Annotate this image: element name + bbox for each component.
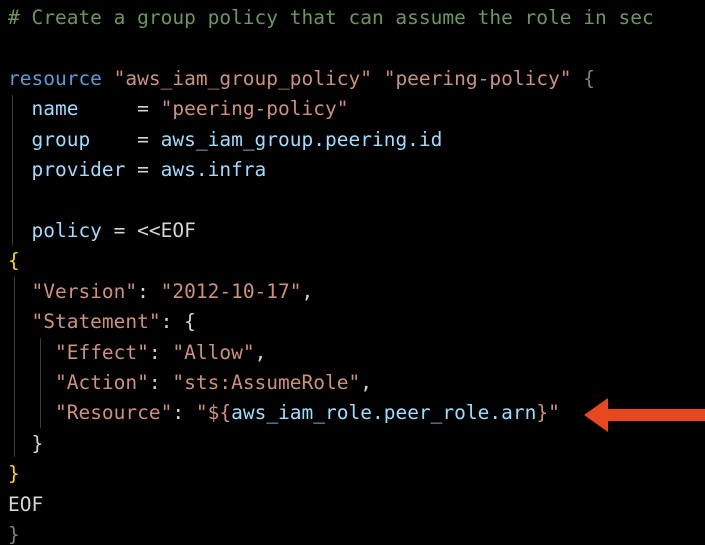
code-line-statement: "Statement": { <box>8 307 196 337</box>
json-key-statement: "Statement" <box>31 310 161 333</box>
json-colon: : <box>137 280 161 303</box>
code-line-resource-arn: "Resource": "${aws_iam_role.peer_role.ar… <box>8 398 560 428</box>
code-line-effect: "Effect": "Allow", <box>8 338 266 368</box>
code-line-group: group = aws_iam_group.peering.id <box>8 125 442 155</box>
code-line-policy: policy = <<EOF <box>8 216 196 246</box>
json-colon: : <box>172 401 196 424</box>
json-key-resource: "Resource" <box>54 401 173 424</box>
resource-name: "peering-policy" <box>383 67 572 90</box>
resource-open-brace: { <box>583 67 596 90</box>
json-open-brace: { <box>8 249 20 272</box>
code-line-provider: provider = aws.infra <box>8 155 266 185</box>
code-line-name: name = "peering-policy" <box>8 94 348 124</box>
json-colon: : <box>160 310 185 333</box>
attr-key-name: name <box>31 97 79 120</box>
attr-eq: = <box>101 219 138 242</box>
code-line-resource-close: } <box>8 520 20 545</box>
json-colon: : <box>148 371 173 394</box>
code-line-action: "Action": "sts:AssumeRole", <box>8 368 372 398</box>
json-val-effect: "Allow" <box>172 341 255 364</box>
attr-eq: = <box>78 97 161 120</box>
attr-key-group: group <box>31 128 91 151</box>
code-line-json-open: { <box>8 246 20 276</box>
code-line-version: "Version": "2012-10-17", <box>8 277 313 307</box>
code-line-eof: EOF <box>8 490 43 520</box>
interp-reference: aws_iam_role.peer_role.arn <box>231 401 537 424</box>
json-colon: : <box>148 341 173 364</box>
attr-val-group: aws_iam_group.peering.id <box>160 128 443 151</box>
interp-prefix: "${ <box>195 401 232 424</box>
json-comma: , <box>254 341 267 364</box>
attr-eq: = <box>125 158 161 181</box>
attr-val-name: "peering-policy" <box>160 97 349 120</box>
attr-key-policy: policy <box>31 219 102 242</box>
json-val-action: "sts:AssumeRole" <box>172 371 361 394</box>
json-key-version: "Version" <box>31 280 138 303</box>
code-line-resource: resource "aws_iam_group_policy" "peering… <box>8 64 595 94</box>
heredoc-open: <<EOF <box>137 219 196 242</box>
attr-key-provider: provider <box>31 158 126 181</box>
resource-close-brace: } <box>8 523 20 545</box>
statement-close-brace: } <box>31 432 44 455</box>
code-editor[interactable]: # Create a group policy that can assume … <box>0 0 705 545</box>
json-val-version: "2012-10-17" <box>160 280 302 303</box>
json-comma: , <box>301 280 314 303</box>
attr-val-provider: aws.infra <box>160 158 267 181</box>
json-comma: , <box>360 371 372 394</box>
comment-text: # Create a group policy that can assume … <box>8 6 654 29</box>
statement-open-brace: { <box>184 310 196 333</box>
code-line-comment: # Create a group policy that can assume … <box>8 3 654 33</box>
attr-eq: = <box>90 128 161 151</box>
left-arrow-icon <box>584 398 705 432</box>
code-line-statement-close: } <box>8 429 43 459</box>
heredoc-close: EOF <box>8 493 44 516</box>
json-close-brace: } <box>8 462 20 485</box>
json-key-effect: "Effect" <box>54 341 149 364</box>
json-key-action: "Action" <box>54 371 149 394</box>
interp-suffix: }" <box>536 401 560 424</box>
code-line-json-close: } <box>8 459 20 489</box>
resource-type: "aws_iam_group_policy" <box>113 67 372 90</box>
resource-keyword: resource <box>8 67 102 90</box>
